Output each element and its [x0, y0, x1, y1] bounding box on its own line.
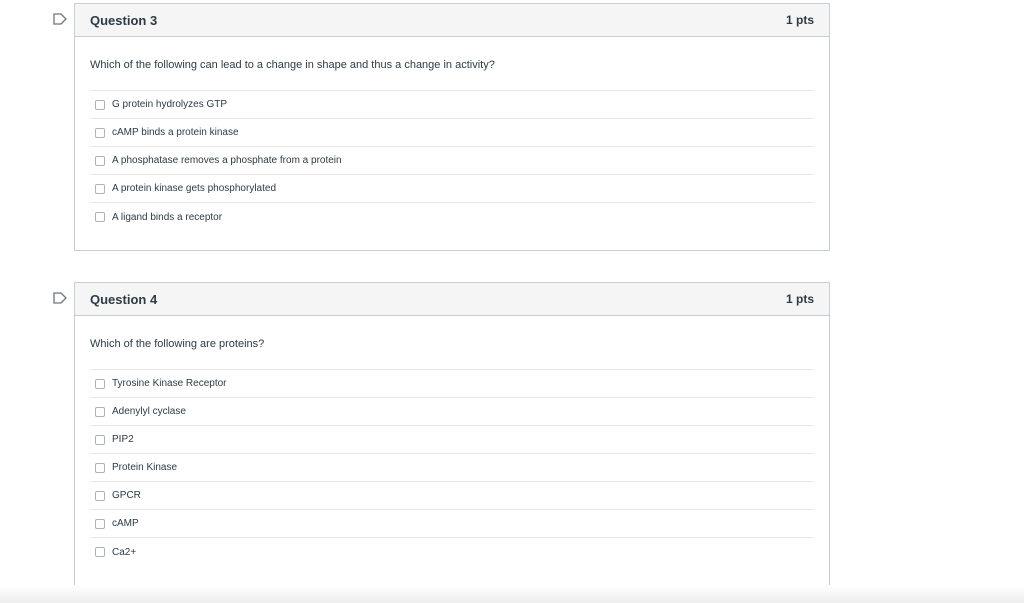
answer-label: cAMP binds a protein kinase	[112, 127, 239, 138]
answer-label: G protein hydrolyzes GTP	[112, 99, 228, 110]
answer-label: Protein Kinase	[112, 462, 178, 473]
question-header: Question 4 1 pts	[75, 283, 829, 316]
answer-option[interactable]: A phosphatase removes a phosphate from a…	[90, 147, 814, 175]
answer-option[interactable]: cAMP	[90, 510, 814, 538]
question-3-card: Question 3 1 pts Which of the following …	[74, 3, 830, 251]
page-bottom-edge	[0, 585, 1024, 603]
checkbox[interactable]	[95, 127, 105, 138]
checkbox[interactable]	[95, 406, 105, 417]
answer-option[interactable]: G protein hydrolyzes GTP	[90, 91, 814, 119]
checkbox[interactable]	[95, 434, 105, 445]
answer-list: G protein hydrolyzes GTP cAMP binds a pr…	[90, 90, 814, 231]
answer-option[interactable]: GPCR	[90, 482, 814, 510]
question-header: Question 3 1 pts	[75, 4, 829, 37]
answer-option[interactable]: cAMP binds a protein kinase	[90, 119, 814, 147]
answer-option[interactable]: Adenylyl cyclase	[90, 398, 814, 426]
answer-option[interactable]: Protein Kinase	[90, 454, 814, 482]
question-text: Which of the following are proteins?	[90, 338, 265, 350]
checkbox[interactable]	[95, 518, 105, 529]
question-points: 1 pts	[785, 13, 814, 27]
answer-label: Tyrosine Kinase Receptor	[112, 378, 227, 389]
answer-label: A protein kinase gets phosphorylated	[112, 183, 276, 194]
question-text: Which of the following can lead to a cha…	[90, 59, 495, 71]
answer-label: A phosphatase removes a phosphate from a…	[112, 155, 342, 166]
question-title: Question 4	[90, 291, 158, 307]
answer-label: GPCR	[112, 490, 141, 501]
question-4-card: Question 4 1 pts Which of the following …	[74, 282, 830, 588]
answer-option[interactable]: A ligand binds a receptor	[90, 203, 814, 231]
answer-option[interactable]: Tyrosine Kinase Receptor	[90, 370, 814, 398]
question-points: 1 pts	[785, 292, 814, 306]
answer-option[interactable]: PIP2	[90, 426, 814, 454]
flag-question-icon[interactable]	[53, 292, 67, 304]
checkbox[interactable]	[95, 490, 105, 501]
checkbox[interactable]	[95, 547, 105, 557]
checkbox[interactable]	[95, 378, 105, 389]
answer-label: A ligand binds a receptor	[112, 211, 223, 223]
answer-label: cAMP	[112, 518, 139, 529]
answer-label: PIP2	[112, 434, 134, 445]
answer-list: Tyrosine Kinase Receptor Adenylyl cyclas…	[90, 369, 814, 566]
answer-label: Ca2+	[112, 546, 137, 558]
answer-option[interactable]: A protein kinase gets phosphorylated	[90, 175, 814, 203]
flag-question-icon[interactable]	[53, 13, 67, 25]
checkbox[interactable]	[95, 155, 105, 166]
answer-label: Adenylyl cyclase	[112, 406, 186, 417]
checkbox[interactable]	[95, 212, 105, 222]
checkbox[interactable]	[95, 462, 105, 473]
checkbox[interactable]	[95, 183, 105, 194]
answer-option[interactable]: Ca2+	[90, 538, 814, 566]
question-title: Question 3	[90, 12, 158, 28]
checkbox[interactable]	[95, 99, 105, 110]
